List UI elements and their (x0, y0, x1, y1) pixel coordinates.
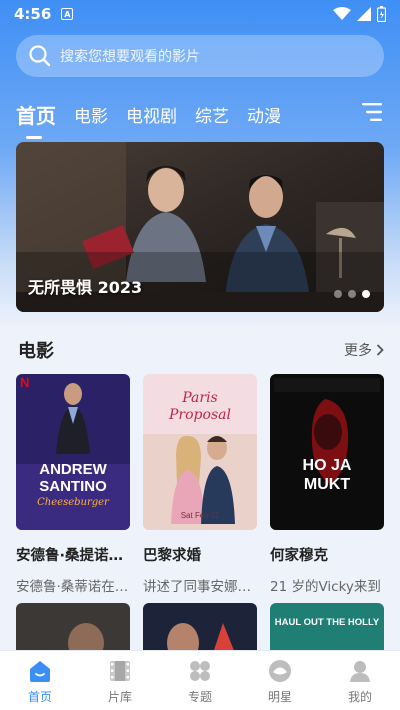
poster-text: Cheeseburger (37, 497, 110, 508)
nav-stars[interactable]: 明星 (240, 651, 320, 710)
signal-icon (357, 7, 371, 21)
poster-text: HAUL OUT THE HOLLY (275, 617, 380, 628)
nav-label: 片库 (107, 690, 132, 704)
movie-title[interactable]: 安德鲁·桑提诺：芝士汉堡 (16, 544, 130, 565)
nav-label: 首页 (27, 690, 52, 704)
chevron-right-icon (376, 344, 384, 356)
user-icon (350, 661, 370, 682)
movie-card[interactable]: ANDREW SANTINO Cheeseburger N 安德鲁·桑提诺：芝士… (16, 374, 130, 595)
poster-image: ANDREW SANTINO Cheeseburger N (16, 374, 130, 530)
tab-tv-series[interactable]: 电视剧 (126, 102, 177, 127)
movie-poster[interactable]: ANDREW SANTINO Cheeseburger N (16, 374, 130, 530)
notification-icon: A (61, 8, 74, 20)
more-label[interactable]: 更多 (344, 340, 372, 360)
battery-icon (377, 6, 386, 22)
star-person-icon (269, 660, 291, 682)
netflix-logo: N (20, 375, 29, 390)
movie-description: 讲述了同事安娜的故事 (143, 579, 257, 595)
poster-image: HAUL OUT THE HOLLY (270, 603, 384, 653)
status-time: 4:56 (14, 5, 52, 23)
tab-variety[interactable]: 综艺 (195, 102, 229, 127)
movie-card[interactable]: HO JA MUKT 何家穆克 21 岁的Vicky来到 (270, 374, 384, 595)
category-tabs: 首页 电影 电视剧 综艺 动漫 (16, 96, 384, 139)
poster-text: HO JA (303, 457, 352, 474)
movie-card[interactable]: Paris Proposal Sat Feb 11 巴黎求婚 讲述了同事安娜的故… (143, 374, 257, 595)
tab-movies[interactable]: 电影 (74, 102, 108, 127)
tab-home[interactable]: 首页 (16, 100, 56, 139)
nav-label: 专题 (187, 690, 212, 704)
bottom-navigation: 首页 片库 专题 明星 我的 (0, 650, 400, 710)
carousel-dot[interactable] (348, 290, 356, 298)
featured-banner[interactable]: 无所畏惧 2023 (16, 142, 384, 312)
poster-image (16, 603, 130, 653)
poster-text: Proposal (168, 407, 231, 423)
status-bar: 4:56 A (0, 0, 400, 28)
carousel-dot[interactable] (334, 290, 342, 298)
search-input[interactable]: 搜索您想要观看的影片 (60, 46, 200, 66)
section-title: 电影 (18, 341, 54, 362)
home-icon (30, 661, 50, 682)
poster-text: SANTINO (39, 478, 107, 495)
search-bar[interactable]: 搜索您想要观看的影片 (16, 35, 384, 77)
nav-home[interactable]: 首页 (0, 651, 80, 710)
movie-card[interactable] (143, 603, 257, 653)
tab-anime[interactable]: 动漫 (247, 102, 281, 127)
more-link[interactable]: 更多 (344, 340, 384, 360)
nav-label: 我的 (347, 690, 372, 704)
nav-library[interactable]: 片库 (80, 651, 160, 710)
poster-image: Paris Proposal Sat Feb 11 (143, 374, 257, 530)
banner-title: 无所畏惧 2023 (28, 278, 143, 297)
film-icon (110, 661, 130, 681)
status-icons (333, 6, 386, 22)
nav-topics[interactable]: 专题 (160, 651, 240, 710)
carousel-dot-active[interactable] (362, 290, 370, 298)
search-icon (29, 45, 51, 67)
poster-text: Sat Feb 11 (181, 511, 220, 520)
movie-card[interactable] (16, 603, 130, 653)
menu-icon[interactable] (360, 102, 384, 122)
movie-poster[interactable]: Paris Proposal Sat Feb 11 (143, 374, 257, 530)
carousel-indicator[interactable] (334, 290, 370, 298)
movie-card[interactable]: HAUL OUT THE HOLLY (270, 603, 384, 653)
wifi-icon (333, 7, 351, 20)
poster-text: ANDREW (39, 461, 107, 478)
poster-image (143, 603, 257, 653)
grid-icon (190, 661, 210, 681)
movie-description: 21 岁的Vicky来到 (270, 579, 381, 595)
poster-image: HO JA MUKT (270, 374, 384, 530)
movie-title[interactable]: 何家穆克 (270, 544, 384, 565)
nav-label: 明星 (267, 690, 292, 704)
nav-profile[interactable]: 我的 (320, 651, 400, 710)
poster-text: MUKT (304, 476, 350, 493)
movie-poster[interactable]: HO JA MUKT (270, 374, 384, 530)
movie-description: 安德鲁·桑蒂诺在芝加哥 (16, 579, 130, 595)
poster-text: Paris (181, 390, 218, 406)
movie-title[interactable]: 巴黎求婚 (143, 544, 257, 565)
